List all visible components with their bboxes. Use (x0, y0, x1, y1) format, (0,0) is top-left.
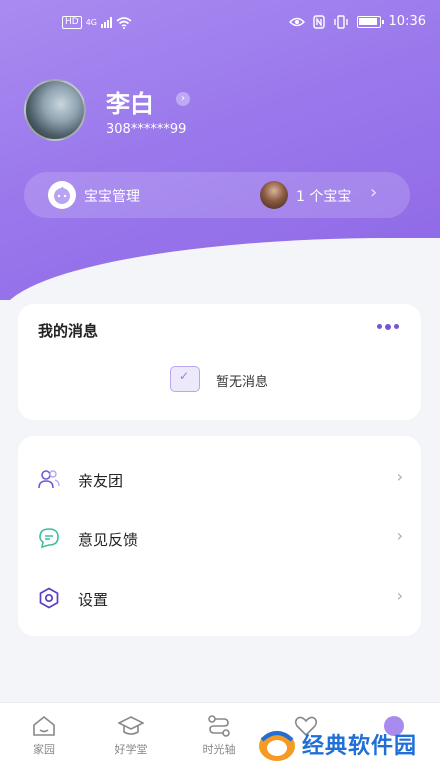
chevron-right-icon: › (370, 182, 378, 203)
people-icon (38, 470, 60, 489)
messages-title: 我的消息 (38, 322, 99, 340)
feedback-icon (39, 528, 59, 549)
chevron-right-icon[interactable]: › (176, 92, 190, 106)
hd-badge: HD (62, 16, 82, 29)
tab-label: 好学堂 (114, 743, 148, 756)
baby-avatar (260, 181, 288, 209)
tab-timeline[interactable]: 时光轴 (189, 713, 249, 757)
avatar[interactable] (24, 79, 86, 141)
watermark: 经典软件园 (256, 722, 440, 766)
signal-icon (101, 17, 112, 28)
menu-item-family-group[interactable]: 亲友团 › (18, 449, 421, 509)
watermark-text: 经典软件园 (302, 734, 418, 759)
baby-face-icon (48, 181, 76, 209)
messages-card[interactable]: 我的消息 暂无消息 (18, 304, 421, 420)
empty-message-icon (170, 366, 200, 392)
tab-home[interactable]: 家园 (14, 713, 74, 757)
home-icon (33, 715, 55, 736)
menu-card: 亲友团 › 意见反馈 › 设置 › (18, 436, 421, 636)
graduation-cap-icon (118, 716, 144, 735)
menu-item-feedback[interactable]: 意见反馈 › (18, 508, 421, 568)
eye-icon (288, 17, 305, 26)
network-label: 4G (85, 18, 97, 27)
nfc-icon (312, 14, 325, 29)
watermark-logo (259, 731, 295, 761)
tab-label: 时光轴 (202, 743, 236, 756)
chevron-right-icon: › (396, 467, 403, 486)
vibrate-icon (333, 14, 348, 29)
menu-item-label: 意见反馈 (78, 531, 139, 549)
baby-count: 1 个宝宝 (296, 189, 352, 205)
timeline-icon (208, 715, 230, 737)
chevron-right-icon: › (396, 526, 403, 545)
empty-message-text: 暂无消息 (216, 375, 269, 390)
user-id: 308******99 (106, 122, 187, 137)
settings-icon (39, 587, 59, 609)
status-bar: HD 4G 10:36 (0, 10, 440, 38)
clock: 10:36 (388, 14, 426, 29)
wifi-icon (116, 16, 132, 29)
menu-item-label: 亲友团 (78, 472, 124, 490)
tab-school[interactable]: 好学堂 (101, 713, 161, 757)
user-name[interactable]: 李白 (106, 84, 154, 119)
more-icon[interactable] (377, 323, 399, 330)
chevron-right-icon: › (396, 586, 403, 605)
menu-item-settings[interactable]: 设置 › (18, 568, 421, 628)
baby-management-bar[interactable]: 宝宝管理 1 个宝宝 › (24, 172, 410, 218)
menu-item-label: 设置 (78, 591, 109, 609)
tab-label: 家园 (33, 743, 55, 756)
battery-icon (356, 15, 384, 28)
baby-management-label: 宝宝管理 (84, 189, 140, 205)
